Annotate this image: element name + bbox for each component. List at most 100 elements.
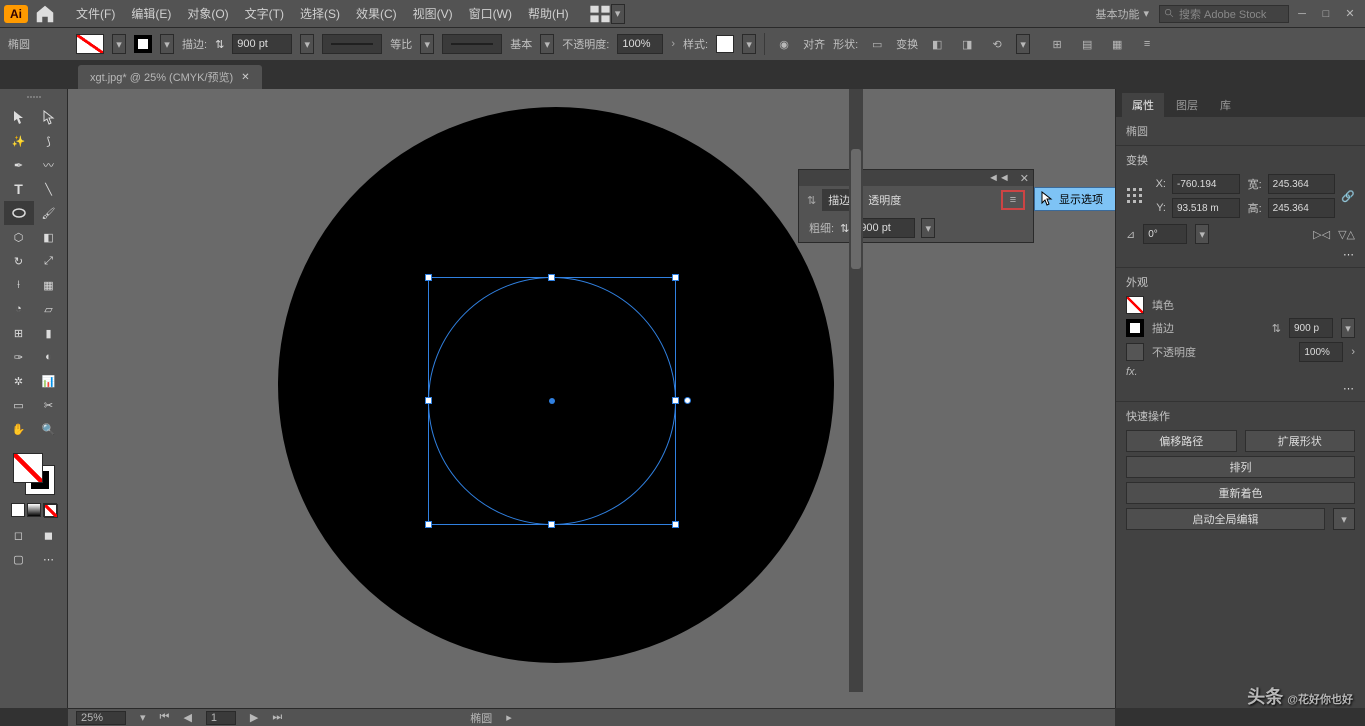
tab-layers[interactable]: 图层 xyxy=(1166,93,1208,117)
prop-stroke-input[interactable]: 900 p xyxy=(1289,318,1333,338)
edit-toolbar-icon[interactable]: ⋯ xyxy=(34,547,64,571)
artboard-tool[interactable]: ▭ xyxy=(4,393,34,417)
menu-file[interactable]: 文件(F) xyxy=(68,0,123,27)
align2-icon[interactable]: ▤ xyxy=(1076,33,1098,55)
close-icon[interactable]: ✕ xyxy=(241,72,249,83)
document-tab[interactable]: xgt.jpg* @ 25% (CMYK/预览) ✕ xyxy=(78,65,262,89)
menu-view[interactable]: 视图(V) xyxy=(405,0,461,27)
menu-select[interactable]: 选择(S) xyxy=(292,0,348,27)
center-point[interactable] xyxy=(549,398,555,404)
nav-prev-icon[interactable]: ◀ xyxy=(183,711,191,724)
fill-stroke-control[interactable] xyxy=(11,451,57,497)
more-options-icon[interactable]: ⋯ xyxy=(1126,248,1355,261)
panel-close-icon[interactable]: ✕ xyxy=(1020,172,1029,185)
reference-point-icon[interactable] xyxy=(1126,187,1144,205)
recolor-icon[interactable]: ◉ xyxy=(773,33,795,55)
direct-selection-tool[interactable] xyxy=(34,105,64,129)
stroke-swatch[interactable] xyxy=(134,35,152,53)
panel-collapse-icon[interactable]: ◄◄ xyxy=(988,172,1010,184)
handle-ml[interactable] xyxy=(425,397,432,404)
prop-opacity-input[interactable]: 100% xyxy=(1299,342,1343,362)
expand-shape-button[interactable]: 扩展形状 xyxy=(1245,430,1356,452)
nav-next-icon[interactable]: ▶ xyxy=(250,711,258,724)
screen-mode-icon[interactable]: ▢ xyxy=(4,547,34,571)
opacity-input[interactable]: 100% xyxy=(617,34,663,54)
shaper-tool[interactable]: ⬡ xyxy=(4,225,34,249)
global-edit-button[interactable]: 启动全局编辑 xyxy=(1126,508,1325,530)
flip-h-icon[interactable]: ▷◁ xyxy=(1313,228,1330,241)
pen-tool[interactable]: ✒ xyxy=(4,153,34,177)
selection-tool[interactable] xyxy=(4,105,34,129)
handle-bc[interactable] xyxy=(548,521,555,528)
line-tool[interactable]: ╲ xyxy=(34,177,64,201)
x-input[interactable]: -760.194 xyxy=(1172,174,1240,194)
draw-behind-icon[interactable]: ◼ xyxy=(34,523,64,547)
gradient-tool[interactable]: ▮ xyxy=(34,321,64,345)
link-wh-icon[interactable]: 🔗 xyxy=(1341,190,1355,203)
free-transform-tool[interactable]: ▦ xyxy=(34,273,64,297)
eraser-tool[interactable]: ◧ xyxy=(34,225,64,249)
arrange-button[interactable]: 排列 xyxy=(1126,456,1355,478)
artboard-input[interactable]: 1 xyxy=(206,711,236,725)
window-minimize-icon[interactable]: ─ xyxy=(1291,4,1313,24)
workspace-switcher[interactable]: 基本功能▾ xyxy=(1085,6,1159,22)
recolor-button[interactable]: 重新着色 xyxy=(1126,482,1355,504)
paintbrush-tool[interactable]: 🖌 xyxy=(34,201,64,225)
shape-btn-label[interactable]: 形状: xyxy=(833,36,858,52)
slice-tool[interactable]: ✂ xyxy=(34,393,64,417)
edit-icon[interactable]: ⟲ xyxy=(986,33,1008,55)
symbol-sprayer-tool[interactable]: ✲ xyxy=(4,369,34,393)
width-tool[interactable]: ⟊ xyxy=(4,273,34,297)
draw-normal-icon[interactable]: ◻ xyxy=(4,523,34,547)
angle-input[interactable]: 0° xyxy=(1143,224,1187,244)
stroke-weight-input[interactable]: 900 pt xyxy=(232,34,292,54)
curvature-tool[interactable]: 〰 xyxy=(34,153,64,177)
tab-properties[interactable]: 属性 xyxy=(1122,93,1164,117)
prop-fill-swatch[interactable] xyxy=(1126,296,1144,314)
h-input[interactable]: 245.364 xyxy=(1268,198,1336,218)
style-dropdown[interactable]: ▾ xyxy=(742,34,756,54)
rotate-tool[interactable]: ↻ xyxy=(4,249,34,273)
graph-tool[interactable]: 📊 xyxy=(34,369,64,393)
handle-br[interactable] xyxy=(672,521,679,528)
fill-dropdown[interactable]: ▾ xyxy=(112,34,126,54)
brush-dropdown[interactable]: ▾ xyxy=(540,34,554,54)
arrange-docs-dropdown[interactable]: ▾ xyxy=(611,4,625,24)
width-profile[interactable] xyxy=(322,34,382,54)
menu-edit[interactable]: 编辑(E) xyxy=(123,0,179,27)
nav-first-icon[interactable]: ⏮ xyxy=(160,711,170,724)
snap-icon[interactable]: ⊞ xyxy=(1046,33,1068,55)
blend-tool[interactable]: ◐ xyxy=(34,345,64,369)
type-tool[interactable]: T xyxy=(4,177,34,201)
menu-help[interactable]: 帮助(H) xyxy=(520,0,577,27)
handle-tc[interactable] xyxy=(548,274,555,281)
tab-transparency[interactable]: 透明度 xyxy=(862,189,907,211)
eyedropper-tool[interactable]: ✑ xyxy=(4,345,34,369)
flip-v-icon[interactable]: ▽△ xyxy=(1338,228,1355,241)
edit-dropdown[interactable]: ▾ xyxy=(1016,34,1030,54)
profile-dropdown[interactable]: ▾ xyxy=(420,34,434,54)
menu-type[interactable]: 文字(T) xyxy=(237,0,292,27)
perspective-tool[interactable]: ▱ xyxy=(34,297,64,321)
handle-tl[interactable] xyxy=(425,274,432,281)
magic-wand-tool[interactable]: ✨ xyxy=(4,129,34,153)
color-mode-swatches[interactable] xyxy=(11,503,57,517)
vertical-scrollbar[interactable] xyxy=(849,89,863,692)
search-input[interactable]: 搜索 Adobe Stock xyxy=(1159,5,1289,23)
show-options-menu-item[interactable]: 显示选项 xyxy=(1034,187,1115,211)
weight-input[interactable]: 900 pt xyxy=(855,218,915,238)
weight-dropdown[interactable]: ▾ xyxy=(921,218,935,238)
lasso-tool[interactable]: ⟆ xyxy=(34,129,64,153)
scale-tool[interactable]: ⤢ xyxy=(34,249,64,273)
mesh-tool[interactable]: ⊞ xyxy=(4,321,34,345)
shape-builder-tool[interactable]: ◔ xyxy=(4,297,34,321)
align-label[interactable]: 对齐 xyxy=(803,36,825,52)
menu-object[interactable]: 对象(O) xyxy=(179,0,236,27)
window-restore-icon[interactable]: □ xyxy=(1315,4,1337,24)
pie-widget-handle[interactable] xyxy=(684,397,691,404)
select-similar-icon[interactable]: ◨ xyxy=(956,33,978,55)
menu-window[interactable]: 窗口(W) xyxy=(461,0,520,27)
prop-stroke-dd[interactable]: ▾ xyxy=(1341,318,1355,338)
style-swatch[interactable] xyxy=(716,35,734,53)
window-close-icon[interactable]: ✕ xyxy=(1339,4,1361,24)
